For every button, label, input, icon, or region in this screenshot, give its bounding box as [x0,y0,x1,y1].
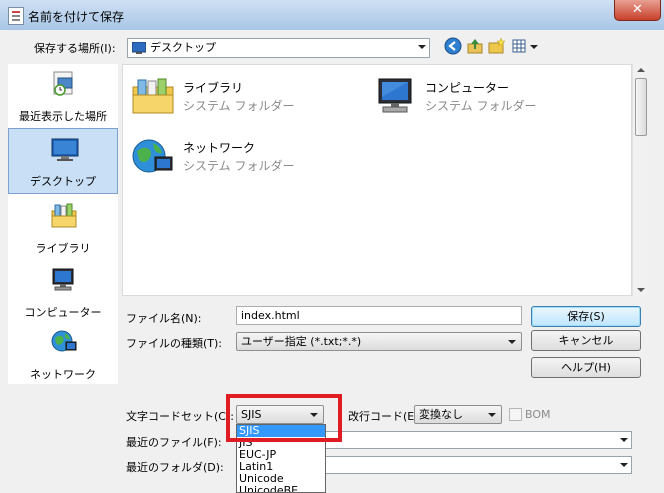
cancel-button[interactable]: キャンセル [531,330,641,351]
recent-folder-label: 最近のフォルダ(D): [126,461,224,474]
save-as-dialog: 名前を付けて保存 ✕ 保存する場所(I): デスクトップ 最近表示した場所 デス… [0,0,664,493]
place-label: コンピューター [24,306,102,319]
item-name: コンピューター [425,81,510,95]
scroll-up-icon[interactable] [637,68,645,72]
view-menu-icon[interactable] [511,37,543,55]
dropdown-option[interactable]: UnicodeBE [237,485,325,493]
item-name: ライブラリ [183,81,244,95]
filetype-value: ユーザー指定 (*.txt;*.*) [241,335,362,348]
save-button[interactable]: 保存(S) [531,306,641,327]
computer-icon [378,78,412,113]
place-label: ライブラリ [35,242,91,255]
filetype-label: ファイルの種類(T): [126,337,223,350]
list-item[interactable]: コンピューター システム フォルダー [373,77,613,117]
notepad-icon [8,7,24,25]
newline-select[interactable]: 変換なし [414,405,502,424]
place-libraries[interactable]: ライブラリ [8,196,118,262]
chevron-down-icon[interactable] [485,407,499,422]
save-in-combo[interactable]: デスクトップ [127,38,430,58]
chevron-down-icon[interactable] [615,432,631,448]
item-type: システム フォルダー [425,99,537,113]
title-bar: 名前を付けて保存 ✕ [0,0,664,30]
item-name: ネットワーク [183,141,256,155]
list-item[interactable]: ネットワーク システム フォルダー [131,137,361,177]
place-label: ネットワーク [30,368,96,381]
item-type: システム フォルダー [183,159,295,173]
close-button[interactable]: ✕ [614,0,661,21]
recent-places-icon [53,71,73,96]
chevron-down-icon[interactable] [413,39,429,55]
scroll-down-icon[interactable] [637,288,645,292]
encoding-label: 文字コードセット(C): [126,410,234,423]
libraries-icon [51,203,77,228]
newline-label: 改行コード(E): [348,410,423,423]
place-recent[interactable]: 最近表示した場所 [8,64,118,130]
save-in-value: デスクトップ [150,41,216,54]
desktop-small-icon [132,42,146,54]
network-icon [51,330,77,352]
file-list-scrollbar[interactable] [632,64,649,296]
chevron-down-icon[interactable] [505,334,519,349]
filename-label: ファイル名(N): [126,312,202,325]
place-desktop[interactable]: デスクトップ [8,128,118,194]
place-computer[interactable]: コンピューター [8,260,118,326]
filename-input[interactable]: index.html [236,306,522,325]
scroll-thumb[interactable] [635,78,647,136]
up-folder-icon[interactable] [466,37,484,55]
help-button[interactable]: ヘルプ(H) [531,357,641,378]
computer-icon [52,268,74,291]
list-item[interactable]: ライブラリ システム フォルダー [131,77,361,117]
window-title: 名前を付けて保存 [28,10,125,24]
desktop-icon [51,138,79,161]
bom-checkbox[interactable] [509,408,522,421]
file-list-view: ライブラリ システム フォルダー コンピューター システム フォルダー ネットワ… [122,64,632,296]
new-folder-icon[interactable] [488,37,506,55]
place-network[interactable]: ネットワーク [8,322,118,388]
save-in-label: 保存する場所(I): [34,42,116,55]
chevron-down-icon[interactable] [615,457,631,473]
item-type: システム フォルダー [183,99,295,113]
annotation-highlight-box [226,394,342,442]
recent-file-label: 最近のファイル(F): [126,436,222,449]
place-label: 最近表示した場所 [19,110,107,123]
network-globe-icon [132,139,173,173]
library-folder-icon [132,78,174,114]
newline-value: 変換なし [419,408,463,421]
back-arrow-icon[interactable] [444,37,462,55]
bom-label: BOM [525,408,551,421]
places-bar: 最近表示した場所 デスクトップ ライブラリ コンピューター ネットワーク [8,64,118,384]
place-label: デスクトップ [30,175,96,188]
filetype-select[interactable]: ユーザー指定 (*.txt;*.*) [236,332,522,351]
